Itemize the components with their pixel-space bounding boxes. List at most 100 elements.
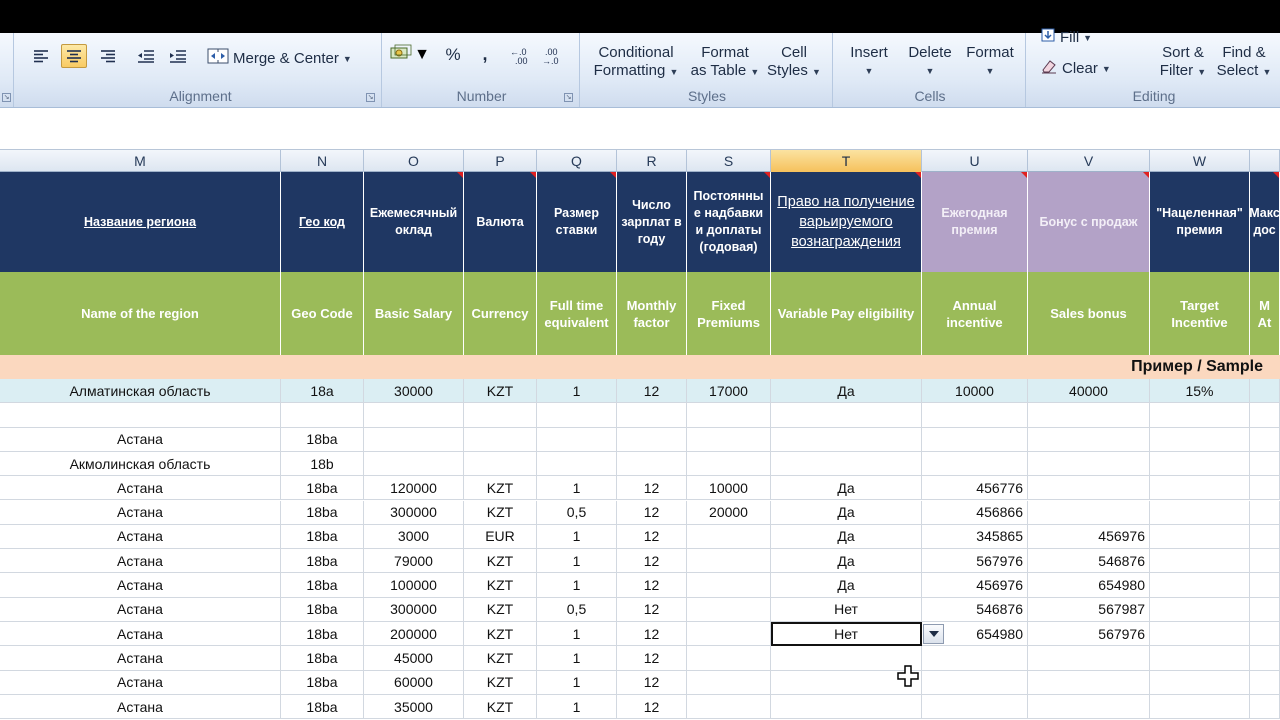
table-cell[interactable]: Астана xyxy=(0,476,281,501)
column-header-t[interactable]: T xyxy=(771,150,922,172)
table-cell[interactable] xyxy=(1250,670,1280,695)
table-cell[interactable] xyxy=(1028,451,1150,477)
table-cell[interactable] xyxy=(687,670,771,695)
sample-cell[interactable]: 18a xyxy=(281,379,364,404)
table-cell[interactable]: KZT xyxy=(464,694,537,720)
table-cell[interactable]: 18ba xyxy=(281,694,364,720)
table-cell[interactable] xyxy=(1028,500,1150,525)
dropdown-button[interactable] xyxy=(923,624,944,644)
table-cell[interactable] xyxy=(1150,622,1250,647)
table-cell[interactable]: 456976 xyxy=(1028,524,1150,550)
table-cell[interactable] xyxy=(1028,403,1150,428)
column-header-r[interactable]: R xyxy=(617,150,687,172)
table-cell[interactable]: 12 xyxy=(617,476,687,501)
table-cell[interactable]: 1 xyxy=(537,524,617,550)
sort-filter-button[interactable]: Sort & Filter ▼ xyxy=(1154,44,1212,81)
table-cell[interactable] xyxy=(687,646,771,671)
table-cell[interactable] xyxy=(1250,476,1280,501)
table-cell[interactable] xyxy=(922,403,1028,428)
increase-indent-icon[interactable] xyxy=(165,44,191,68)
decrease-decimal-icon[interactable]: .00 →.0 xyxy=(540,44,570,68)
table-cell[interactable]: Астана xyxy=(0,524,281,550)
table-cell[interactable]: 546876 xyxy=(1028,549,1150,574)
table-cell[interactable]: 18ba xyxy=(281,573,364,598)
table-cell[interactable] xyxy=(1250,427,1280,452)
increase-decimal-icon[interactable]: ←.0.00 xyxy=(508,44,538,68)
table-cell[interactable]: 567976 xyxy=(1028,622,1150,647)
table-cell[interactable]: Астана xyxy=(0,573,281,598)
table-cell[interactable]: 546876 xyxy=(922,597,1028,622)
table-cell[interactable]: 79000 xyxy=(364,549,464,574)
table-cell[interactable]: Да xyxy=(771,573,922,598)
table-cell[interactable] xyxy=(687,622,771,647)
format-button[interactable]: Format ▼ xyxy=(961,44,1019,80)
table-cell[interactable]: 1 xyxy=(537,670,617,695)
table-cell[interactable]: 345865 xyxy=(922,524,1028,550)
table-cell[interactable]: 456866 xyxy=(922,500,1028,525)
table-cell[interactable] xyxy=(771,403,922,428)
table-cell[interactable] xyxy=(617,451,687,477)
table-cell[interactable]: 45000 xyxy=(364,646,464,671)
insert-button[interactable]: Insert ▼ xyxy=(841,44,897,80)
table-cell[interactable]: 18ba xyxy=(281,476,364,501)
table-cell[interactable] xyxy=(1150,573,1250,598)
decrease-indent-icon[interactable] xyxy=(133,44,159,68)
table-cell[interactable] xyxy=(687,524,771,550)
table-cell[interactable] xyxy=(1150,451,1250,477)
table-cell[interactable]: 18ba xyxy=(281,549,364,574)
table-cell[interactable]: 1 xyxy=(537,476,617,501)
table-cell[interactable]: 12 xyxy=(617,549,687,574)
align-left-icon[interactable] xyxy=(28,44,54,68)
sample-cell[interactable]: Алматинская область xyxy=(0,379,281,404)
table-cell[interactable]: 12 xyxy=(617,524,687,550)
column-header-partial[interactable] xyxy=(1250,150,1280,172)
fill-button[interactable]: Fill ▼ xyxy=(1040,27,1092,48)
sample-cell[interactable]: 10000 xyxy=(922,379,1028,404)
table-cell[interactable]: KZT xyxy=(464,476,537,501)
sample-cell[interactable]: 40000 xyxy=(1028,379,1150,404)
table-cell[interactable]: Астана xyxy=(0,427,281,452)
table-cell[interactable] xyxy=(922,427,1028,452)
table-cell[interactable] xyxy=(364,451,464,477)
table-cell[interactable] xyxy=(922,451,1028,477)
table-cell[interactable] xyxy=(1150,500,1250,525)
table-cell[interactable] xyxy=(364,403,464,428)
table-cell[interactable] xyxy=(617,403,687,428)
table-cell[interactable] xyxy=(1250,622,1280,647)
table-cell[interactable]: Да xyxy=(771,549,922,574)
table-cell[interactable]: Нет xyxy=(771,597,922,622)
table-cell[interactable]: 12 xyxy=(617,597,687,622)
column-header-p[interactable]: P xyxy=(464,150,537,172)
column-header-u[interactable]: U xyxy=(922,150,1028,172)
table-cell[interactable]: 100000 xyxy=(364,573,464,598)
active-cell[interactable]: Нет xyxy=(771,622,922,647)
table-cell[interactable]: 18ba xyxy=(281,670,364,695)
comma-style-button[interactable]: , xyxy=(476,45,494,63)
table-cell[interactable]: 18ba xyxy=(281,597,364,622)
table-cell[interactable] xyxy=(687,694,771,720)
table-cell[interactable]: 12 xyxy=(617,573,687,598)
column-header-n[interactable]: N xyxy=(281,150,364,172)
percent-style-button[interactable]: % xyxy=(442,46,464,64)
table-cell[interactable] xyxy=(687,403,771,428)
table-cell[interactable] xyxy=(687,427,771,452)
table-cell[interactable]: KZT xyxy=(464,646,537,671)
table-cell[interactable] xyxy=(1150,549,1250,574)
table-cell[interactable]: 12 xyxy=(617,622,687,647)
table-cell[interactable]: 200000 xyxy=(364,622,464,647)
align-right-icon[interactable] xyxy=(95,44,121,68)
table-cell[interactable] xyxy=(464,427,537,452)
table-cell[interactable] xyxy=(537,427,617,452)
table-cell[interactable] xyxy=(1250,451,1280,477)
table-cell[interactable] xyxy=(1250,403,1280,428)
table-cell[interactable]: 18ba xyxy=(281,500,364,525)
table-cell[interactable]: 654980 xyxy=(1028,573,1150,598)
table-cell[interactable]: KZT xyxy=(464,573,537,598)
conditional-formatting-button[interactable]: Conditional Formatting ▼ xyxy=(588,44,684,81)
table-cell[interactable] xyxy=(1250,694,1280,720)
table-cell[interactable]: Астана xyxy=(0,694,281,720)
table-cell[interactable]: 300000 xyxy=(364,597,464,622)
formula-bar[interactable] xyxy=(0,108,1280,150)
column-header-s[interactable]: S xyxy=(687,150,771,172)
table-cell[interactable] xyxy=(0,403,281,428)
